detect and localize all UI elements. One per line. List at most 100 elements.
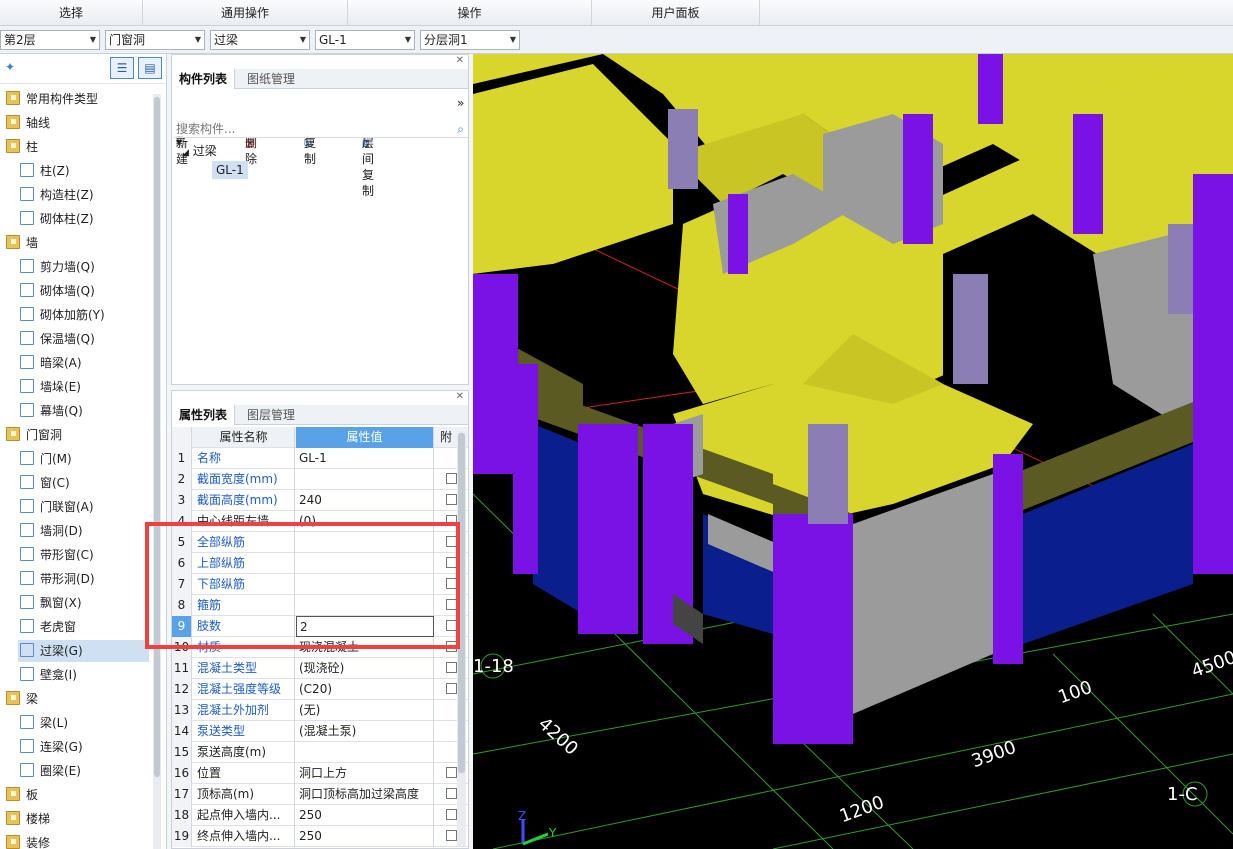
tab-property-list[interactable]: 属性列表 <box>172 405 236 425</box>
property-row[interactable]: 3 截面高度(mm) 240 <box>172 490 468 511</box>
tree-item[interactable]: 柱(Z) <box>18 160 149 182</box>
component-select[interactable]: GL-1 ▼ <box>315 30 415 50</box>
tree-item[interactable]: 墙洞(D) <box>18 520 149 542</box>
list-view-icon[interactable]: ☰ <box>110 57 134 79</box>
tree-item[interactable]: 暗梁(A) <box>18 352 149 374</box>
panel-view-icon[interactable]: ▤ <box>138 57 162 79</box>
tree-item[interactable]: 老虎窗 <box>18 616 149 638</box>
type-select[interactable]: 过梁 ▼ <box>210 30 310 50</box>
tree-folder[interactable]: 梁 <box>4 688 149 710</box>
tree-item[interactable]: 幕墙(Q) <box>18 400 149 422</box>
tree-scrollbar-thumb[interactable] <box>154 97 160 777</box>
property-row[interactable]: 16 位置 洞口上方 <box>172 763 468 784</box>
property-value[interactable]: (无) <box>296 700 434 721</box>
property-row[interactable]: 19 终点伸入墙内... 250 <box>172 826 468 847</box>
tree-item[interactable]: 剪力墙(Q) <box>18 256 149 278</box>
tree-folder[interactable]: 门窗洞 <box>4 424 149 446</box>
close-icon[interactable]: ✕ <box>456 391 464 402</box>
tree-item[interactable]: 带形窗(C) <box>18 544 149 566</box>
tree-item[interactable]: 门(M) <box>18 448 149 470</box>
property-value[interactable]: 洞口顶标高加过梁高度 <box>296 784 434 805</box>
tree-item[interactable]: 砌体墙(Q) <box>18 280 149 302</box>
tree-folder[interactable]: 装修 <box>4 832 149 849</box>
tab-common-operations[interactable]: 通用操作 <box>143 0 348 26</box>
tree-folder[interactable]: 柱 <box>4 136 149 158</box>
tree-item[interactable]: 构造柱(Z) <box>18 184 149 206</box>
tree-item[interactable]: 窗(C) <box>18 472 149 494</box>
tree-folder[interactable]: 常用构件类型 <box>4 88 149 110</box>
search-icon[interactable]: ⌕ <box>457 120 464 138</box>
category-select[interactable]: 门窗洞 ▼ <box>105 30 205 50</box>
tree-item-label: 柱(Z) <box>40 164 70 178</box>
tree-item[interactable]: 墙垛(E) <box>18 376 149 398</box>
attach-checkbox[interactable] <box>446 788 457 799</box>
property-value[interactable] <box>296 742 434 763</box>
tree-item[interactable]: 壁龛(I) <box>18 664 149 686</box>
property-value[interactable]: GL-1 <box>296 448 434 469</box>
tree-item[interactable]: 砌体柱(Z) <box>18 208 149 230</box>
tree-item[interactable]: 保温墙(Q) <box>18 328 149 350</box>
property-value[interactable]: (C20) <box>296 679 434 700</box>
3d-viewport[interactable]: 4500 100 3900 4200 1200 1-18 1-C Z Y <box>473 54 1233 849</box>
tree-item[interactable]: 门联窗(A) <box>18 496 149 518</box>
property-value[interactable] <box>296 469 434 490</box>
property-row[interactable]: 12 混凝土强度等级 (C20) <box>172 679 468 700</box>
property-value[interactable]: (混凝土泵) <box>296 721 434 742</box>
tree-folder[interactable]: 墙 <box>4 232 149 254</box>
attach-checkbox[interactable] <box>446 830 457 841</box>
attach-checkbox[interactable] <box>446 473 457 484</box>
attach-checkbox[interactable] <box>446 809 457 820</box>
tab-user-panel[interactable]: 用户面板 <box>592 0 760 26</box>
tree-item-label: 门(M) <box>40 452 72 466</box>
tab-layer-management[interactable]: 图层管理 <box>240 405 302 425</box>
tree-item[interactable]: 圈梁(E) <box>18 760 149 782</box>
attach-checkbox[interactable] <box>446 767 457 778</box>
component-tree-item-gl1[interactable]: GL-1 <box>212 161 248 179</box>
tree-folder[interactable]: 轴线 <box>4 112 149 134</box>
tree-item-label: 幕墙(Q) <box>40 404 83 418</box>
tree-folder[interactable]: 板 <box>4 784 149 806</box>
tab-operations[interactable]: 操作 <box>348 0 592 26</box>
property-value[interactable]: 250 <box>296 805 434 826</box>
component-search-input[interactable]: 搜索构件... ⌕ <box>174 120 468 138</box>
component-tree-root[interactable]: ◢ 过梁 <box>182 142 217 162</box>
property-value[interactable]: (现浇砼) <box>296 658 434 679</box>
tree-item[interactable]: 带形洞(D) <box>18 568 149 590</box>
folder-icon <box>6 811 20 825</box>
tree-item[interactable]: 砌体加筋(Y) <box>18 304 149 326</box>
property-row[interactable]: 11 混凝土类型 (现浇砼) <box>172 658 468 679</box>
tree-folder[interactable]: 楼梯 <box>4 808 149 830</box>
tree-item[interactable]: 梁(L) <box>18 712 149 734</box>
attach-checkbox[interactable] <box>446 662 457 673</box>
tree-scrollbar[interactable] <box>153 94 161 849</box>
component-icon <box>20 307 34 321</box>
layer-select[interactable]: 分层洞1 ▼ <box>420 30 520 50</box>
selector-toolbar: 第2层 ▼ 门窗洞 ▼ 过梁 ▼ GL-1 ▼ 分层洞1 ▼ <box>0 26 1233 54</box>
tree-item[interactable]: 连梁(G) <box>18 736 149 758</box>
tab-component-list[interactable]: 构件列表 <box>172 69 236 89</box>
property-row[interactable]: 17 顶标高(m) 洞口顶标高加过梁高度 <box>172 784 468 805</box>
pin-icon[interactable]: ✦ <box>5 60 15 74</box>
property-row[interactable]: 1 名称 GL-1 <box>172 448 468 469</box>
tab-drawing-management[interactable]: 图纸管理 <box>240 69 302 89</box>
property-row[interactable]: 2 截面宽度(mm) <box>172 469 468 490</box>
close-icon[interactable]: ✕ <box>456 55 464 66</box>
property-value[interactable]: 洞口上方 <box>296 763 434 784</box>
property-value[interactable]: 250 <box>296 826 434 847</box>
tree-item[interactable]: 飘窗(X) <box>18 592 149 614</box>
collapse-triangle-icon[interactable]: ◢ <box>182 148 189 158</box>
property-value[interactable]: 240 <box>296 490 434 511</box>
property-row[interactable]: 15 泵送高度(m) <box>172 742 468 763</box>
floor-select[interactable]: 第2层 ▼ <box>0 30 100 50</box>
tree-item[interactable]: 过梁(G) <box>18 640 149 662</box>
property-row[interactable]: 14 泵送类型 (混凝土泵) <box>172 721 468 742</box>
more-icon[interactable]: » <box>457 95 464 111</box>
property-row[interactable]: 18 起点伸入墙内... 250 <box>172 805 468 826</box>
tree-item-label: 保温墙(Q) <box>40 332 95 346</box>
attach-checkbox[interactable] <box>446 683 457 694</box>
tab-select[interactable]: 选择 <box>0 0 143 26</box>
tree-item-label: 门窗洞 <box>26 428 63 442</box>
property-row[interactable]: 13 混凝土外加剂 (无) <box>172 700 468 721</box>
attach-checkbox[interactable] <box>446 494 457 505</box>
folder-icon <box>6 235 20 249</box>
